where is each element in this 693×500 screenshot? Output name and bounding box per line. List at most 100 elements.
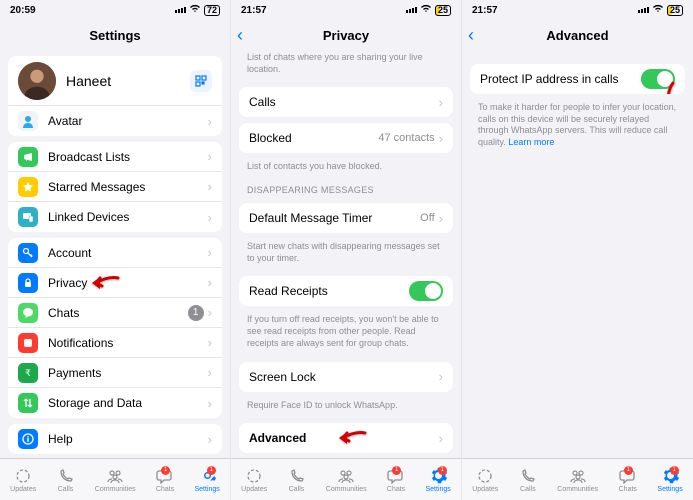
read-receipts-toggle[interactable] [409,281,443,301]
chevron-right-icon: › [439,211,443,226]
protect-ip-row[interactable]: Protect IP address in calls [470,64,685,94]
wifi-icon [189,4,201,16]
protect-ip-toggle[interactable] [641,69,675,89]
chevron-right-icon: › [208,305,212,320]
row-label: Storage and Data [48,396,208,410]
tab-chats[interactable]: 1Chats [387,467,405,493]
section-header-disappearing: Disappearing Messages [231,179,461,197]
account-row[interactable]: Account › [8,238,222,268]
chevron-right-icon: › [208,432,212,447]
default-message-timer-row[interactable]: Default Message TimerOff› [239,203,453,233]
qr-code-button[interactable] [190,70,212,92]
row-label: Blocked [249,131,378,145]
row-label: Calls [249,95,439,109]
tab-settings[interactable]: 1Settings [195,467,220,493]
broadcast-lists-row[interactable]: Broadcast Lists › [8,142,222,172]
wifi-icon [420,4,432,16]
tab-updates[interactable]: Updates [472,467,498,493]
profile-row[interactable]: Haneet [8,56,222,106]
tab-bar: Updates Calls Communities 1Chats 1Settin… [231,458,461,500]
tab-chats[interactable]: 1Chats [619,467,637,493]
tab-calls[interactable]: Calls [57,467,75,493]
profile-name: Haneet [66,73,190,89]
chevron-right-icon: › [439,95,443,110]
badge-dot: 1 [207,466,216,475]
row-label: Broadcast Lists [48,150,208,164]
chevron-right-icon: › [439,431,443,446]
caption-location: List of chats where you are sharing your… [231,50,461,81]
info-icon [18,429,38,449]
help-row[interactable]: Help › [8,424,222,454]
row-label: Privacy [48,276,208,290]
bell-icon [18,333,38,353]
tab-bar: Updates Calls Communities 1Chats 1Settin… [462,458,693,500]
badge-dot: 1 [624,466,633,475]
header: ‹ Privacy [231,20,461,50]
calls-icon [519,467,537,485]
chevron-right-icon: › [208,210,212,225]
payments-icon: ₹ [18,363,38,383]
wifi-icon [652,4,664,16]
calls-row[interactable]: Calls› [239,87,453,117]
back-button[interactable]: ‹ [237,25,243,46]
starred-messages-row[interactable]: Starred Messages › [8,172,222,202]
tab-updates[interactable]: Updates [241,467,267,493]
tab-communities[interactable]: Communities [326,467,367,493]
updates-icon [14,467,32,485]
caption-screenlock: Require Face ID to unlock WhatsApp. [231,398,461,418]
screen-lock-row[interactable]: Screen Lock› [239,362,453,392]
linked-devices-row[interactable]: Linked Devices › [8,202,222,232]
learn-more-link[interactable]: Learn more [508,137,554,147]
badge-dot: 1 [392,466,401,475]
row-label: Default Message Timer [249,211,420,225]
blocked-row[interactable]: Blocked47 contacts› [239,123,453,153]
key-icon [18,243,38,263]
tab-updates[interactable]: Updates [10,467,36,493]
battery-icon: 25 [435,5,451,16]
chevron-right-icon: › [208,335,212,350]
status-time: 21:57 [241,5,267,16]
devices-icon [18,207,38,227]
back-button[interactable]: ‹ [468,25,474,46]
badge-dot: 1 [161,466,170,475]
chevron-right-icon: › [208,179,212,194]
tab-calls[interactable]: Calls [519,467,537,493]
row-label: Help [48,432,208,446]
status-time: 21:57 [472,5,498,16]
signal-icon [175,7,186,13]
tab-communities[interactable]: Communities [557,467,598,493]
chat-icon [18,303,38,323]
row-label: Notifications [48,336,208,350]
caption-receipts: If you turn off read receipts, you won't… [231,312,461,355]
signal-icon [638,7,649,13]
svg-text:₹: ₹ [25,368,31,378]
payments-row[interactable]: ₹ Payments › [8,358,222,388]
storage-data-row[interactable]: Storage and Data › [8,388,222,418]
tab-settings[interactable]: 1Settings [426,467,451,493]
tab-settings[interactable]: 1Settings [657,467,682,493]
tab-calls[interactable]: Calls [288,467,306,493]
tab-bar: Updates Calls Communities 1Chats 1Settin… [0,458,230,500]
chats-row[interactable]: Chats 1 › [8,298,222,328]
avatar-icon [18,111,38,131]
avatar [18,62,56,100]
tab-chats[interactable]: 1Chats [156,467,174,493]
star-icon [18,177,38,197]
page-title: Advanced [546,28,608,43]
privacy-row[interactable]: Privacy › [8,268,222,298]
avatar-row[interactable]: Avatar › [8,106,222,136]
tab-communities[interactable]: Communities [95,467,136,493]
chevron-right-icon: › [208,275,212,290]
status-bar: 21:57 25 [231,0,461,20]
notifications-row[interactable]: Notifications › [8,328,222,358]
lock-icon [18,273,38,293]
screen-advanced: 21:57 25 ‹ Advanced Protect IP address i… [462,0,693,500]
status-bar: 21:57 25 [462,0,693,20]
chevron-right-icon: › [439,131,443,146]
advanced-row[interactable]: Advanced › [239,423,453,453]
row-label: Advanced [249,431,439,445]
communities-icon [337,467,355,485]
battery-icon: 72 [204,5,220,16]
communities-icon [106,467,124,485]
read-receipts-row[interactable]: Read Receipts [239,276,453,306]
